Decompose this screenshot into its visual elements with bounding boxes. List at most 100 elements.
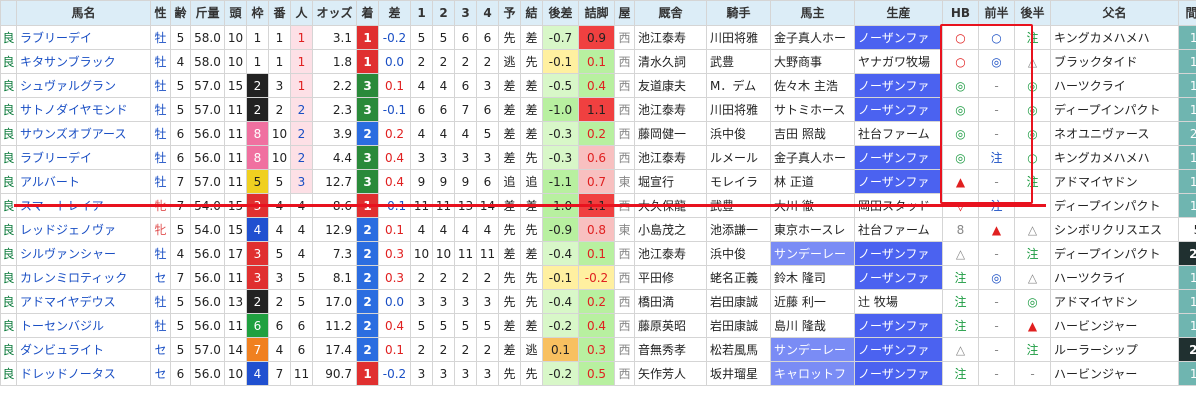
cell-pos3: 9 [454,169,477,194]
cell-horse-name[interactable]: サウンズオブアース [16,121,151,146]
cell-second-half-mark: 注 [1014,169,1051,194]
column-header[interactable]: 厩舎 [634,0,707,26]
cell-margin: 0.3 [378,265,411,290]
table-row[interactable]: 良アドマイヤデウス牡 5 56.0 13 2 2 5 17.0 2 0.0 3 3 3 3 先先 -0.4 0.… [0,289,1196,314]
cell-horse-name[interactable]: スマートレイアー [16,193,151,218]
column-header[interactable]: 性 [150,0,171,26]
cell-closing-speed: -0.2 [578,265,615,290]
cell-horse-name[interactable]: シュヴァルグラン [16,73,151,98]
column-header[interactable]: 人 [290,0,313,26]
table-row[interactable]: 良ラブリーデイ牡 6 56.0 11 8 10 2 4.4 3 0.4 3 3 3 3 差先 -0.3 0.6 西… [0,145,1196,170]
cell-finish: 3 [356,145,379,170]
cell-jockey: 松若風馬 [706,337,771,362]
table-row[interactable]: 良サトノダイヤモンド牡 5 57.0 11 2 2 2 2.3 3 -0.1 6 6 7 6 差差 -1.0 1… [0,97,1196,122]
column-header[interactable]: 馬主 [770,0,855,26]
cell-margin: -0.2 [378,361,411,386]
column-header[interactable]: 枠 [246,0,269,26]
column-header[interactable]: 父名 [1050,0,1179,26]
column-header[interactable]: 斤量 [190,0,225,26]
table-row[interactable]: 良レッドジェノヴァ牝 5 54.0 15 4 4 4 12.9 2 0.1 4 4 4 4 先先 -0.9 0.… [0,217,1196,242]
table-row[interactable]: 良ダンビュライトセ 5 57.0 14 7 4 6 17.4 2 0.1 2 2 2 2 差逃 0.1 0.3 西… [0,337,1196,362]
table-row[interactable]: 良カレンミロティックセ 7 56.0 11 3 3 5 8.1 2 0.3 2 2 2 2 先先 -0.1 -0… [0,265,1196,290]
table-row[interactable]: 良キタサンブラック牡 4 58.0 10 1 1 1 1.8 1 0.0 2 2 2 2 逃先 -0.1 0.1… [0,49,1196,74]
table-row[interactable]: 良スマートレイアー牝 7 54.0 15 3 4 4 8.6 1 -0.1 11 11 13 14 差差 -1… [0,193,1196,218]
cell-horse-name[interactable]: キタサンブラック [16,49,151,74]
column-header[interactable]: 前半 [978,0,1015,26]
cell-sire: アドマイヤドン [1050,169,1179,194]
column-header[interactable]: 差 [378,0,411,26]
column-header[interactable]: 間隔 [1178,0,1196,26]
column-header[interactable]: 4 [476,0,499,26]
cell-closing-speed: 0.4 [578,73,615,98]
column-header[interactable]: 1 [410,0,433,26]
cell-horse-name[interactable]: アドマイヤデウス [16,289,151,314]
cell-horse-name[interactable]: ラブリーデイ [16,145,151,170]
cell-owner: 金子真人ホー [770,25,855,50]
table-row[interactable]: 良ラブリーデイ牡 5 58.0 10 1 1 1 3.1 1 -0.2 5 5 6 6 先差 -0.7 0.9 西… [0,25,1196,50]
column-header[interactable]: 予 [498,0,521,26]
cell-finish: 2 [356,121,379,146]
column-header[interactable]: 生産 [854,0,943,26]
cell-late-diff: -0.2 [542,361,579,386]
column-header[interactable]: 馬名 [16,0,151,26]
cell-gate: 3 [246,193,269,218]
table-row[interactable]: 良シュヴァルグラン牡 5 57.0 15 2 3 1 2.2 3 0.1 4 4 6 3 差差 -0.5 0.4… [0,73,1196,98]
cell-result: 差 [520,97,543,122]
column-header[interactable]: 詰脚 [578,0,615,26]
cell-pos4: 2 [476,337,499,362]
table-row[interactable]: 良トーセンバジル牡 5 56.0 11 6 6 6 11.2 2 0.4 5 5 5 5 差差 -0.2 0.4… [0,313,1196,338]
cell-odds: 3.9 [312,121,357,146]
cell-horse-name[interactable]: ドレッドノータス [16,361,151,386]
table-row[interactable]: 良アルバート牡 7 57.0 11 5 5 3 12.7 3 0.4 9 9 9 6 追追 -1.1 0.7 東堀… [0,169,1196,194]
cell-pos1: 4 [410,121,433,146]
column-header[interactable]: オッズ [312,0,357,26]
cell-first-half-mark: - [978,289,1015,314]
column-header[interactable]: 後半 [1014,0,1051,26]
cell-hb-mark: △ [942,337,979,362]
column-header[interactable]: 屋 [614,0,635,26]
column-header[interactable]: 騎手 [706,0,771,26]
cell-horse-name[interactable]: サトノダイヤモンド [16,97,151,122]
column-header[interactable]: 後差 [542,0,579,26]
cell-interval: 14 [1178,265,1196,290]
cell-pos2: 9 [432,169,455,194]
column-header[interactable]: 齢 [170,0,191,26]
cell-pos1: 3 [410,145,433,170]
cell-number: 1 [268,25,291,50]
column-header[interactable]: 頭 [224,0,247,26]
cell-horse-name[interactable]: アルバート [16,169,151,194]
cell-pos3: 6 [454,73,477,98]
table-row[interactable]: 良ドレッドノータスセ 6 56.0 10 4 7 11 90.7 1 -0.2 3 3 3 3 先先 -0.2… [0,361,1196,386]
column-header[interactable]: 結 [520,0,543,26]
cell-margin: -0.1 [378,97,411,122]
cell-base: 西 [614,25,635,50]
cell-horse-name[interactable]: カレンミロティック [16,265,151,290]
cell-horse-name[interactable]: シルヴァンシャー [16,241,151,266]
column-header[interactable]: HB [942,0,979,26]
cell-horse-name[interactable]: ラブリーデイ [16,25,151,50]
table-row[interactable]: 良サウンズオブアース牡 6 56.0 11 8 10 2 3.9 2 0.2 4 4 4 5 差差 -0.3 0… [0,121,1196,146]
cell-breeder: ノーザンファ [854,361,943,386]
cell-late-diff: -0.9 [542,217,579,242]
cell-closing-speed: 0.5 [578,361,615,386]
cell-forecast: 先 [498,361,521,386]
column-header[interactable] [0,0,17,26]
column-header[interactable]: 番 [268,0,291,26]
cell-horse-name[interactable]: レッドジェノヴァ [16,217,151,242]
cell-margin: 0.1 [378,73,411,98]
cell-popularity: 2 [290,121,313,146]
cell-closing-speed: 0.1 [578,241,615,266]
cell-gate: 3 [246,265,269,290]
cell-horse-name[interactable]: ダンビュライト [16,337,151,362]
cell-horse-name[interactable]: トーセンバジル [16,313,151,338]
cell-age: 4 [170,241,191,266]
cell-owner: 東京ホースレ [770,217,855,242]
cell-late-diff: -0.1 [542,49,579,74]
cell-number: 5 [268,241,291,266]
column-header[interactable]: 着 [356,0,379,26]
column-header[interactable]: 2 [432,0,455,26]
cell-pos3: 11 [454,241,477,266]
cell-finish: 1 [356,25,379,50]
table-row[interactable]: 良シルヴァンシャー牡 4 56.0 17 3 5 4 7.3 2 0.3 10 10 11 11 差差 -0.… [0,241,1196,266]
column-header[interactable]: 3 [454,0,477,26]
